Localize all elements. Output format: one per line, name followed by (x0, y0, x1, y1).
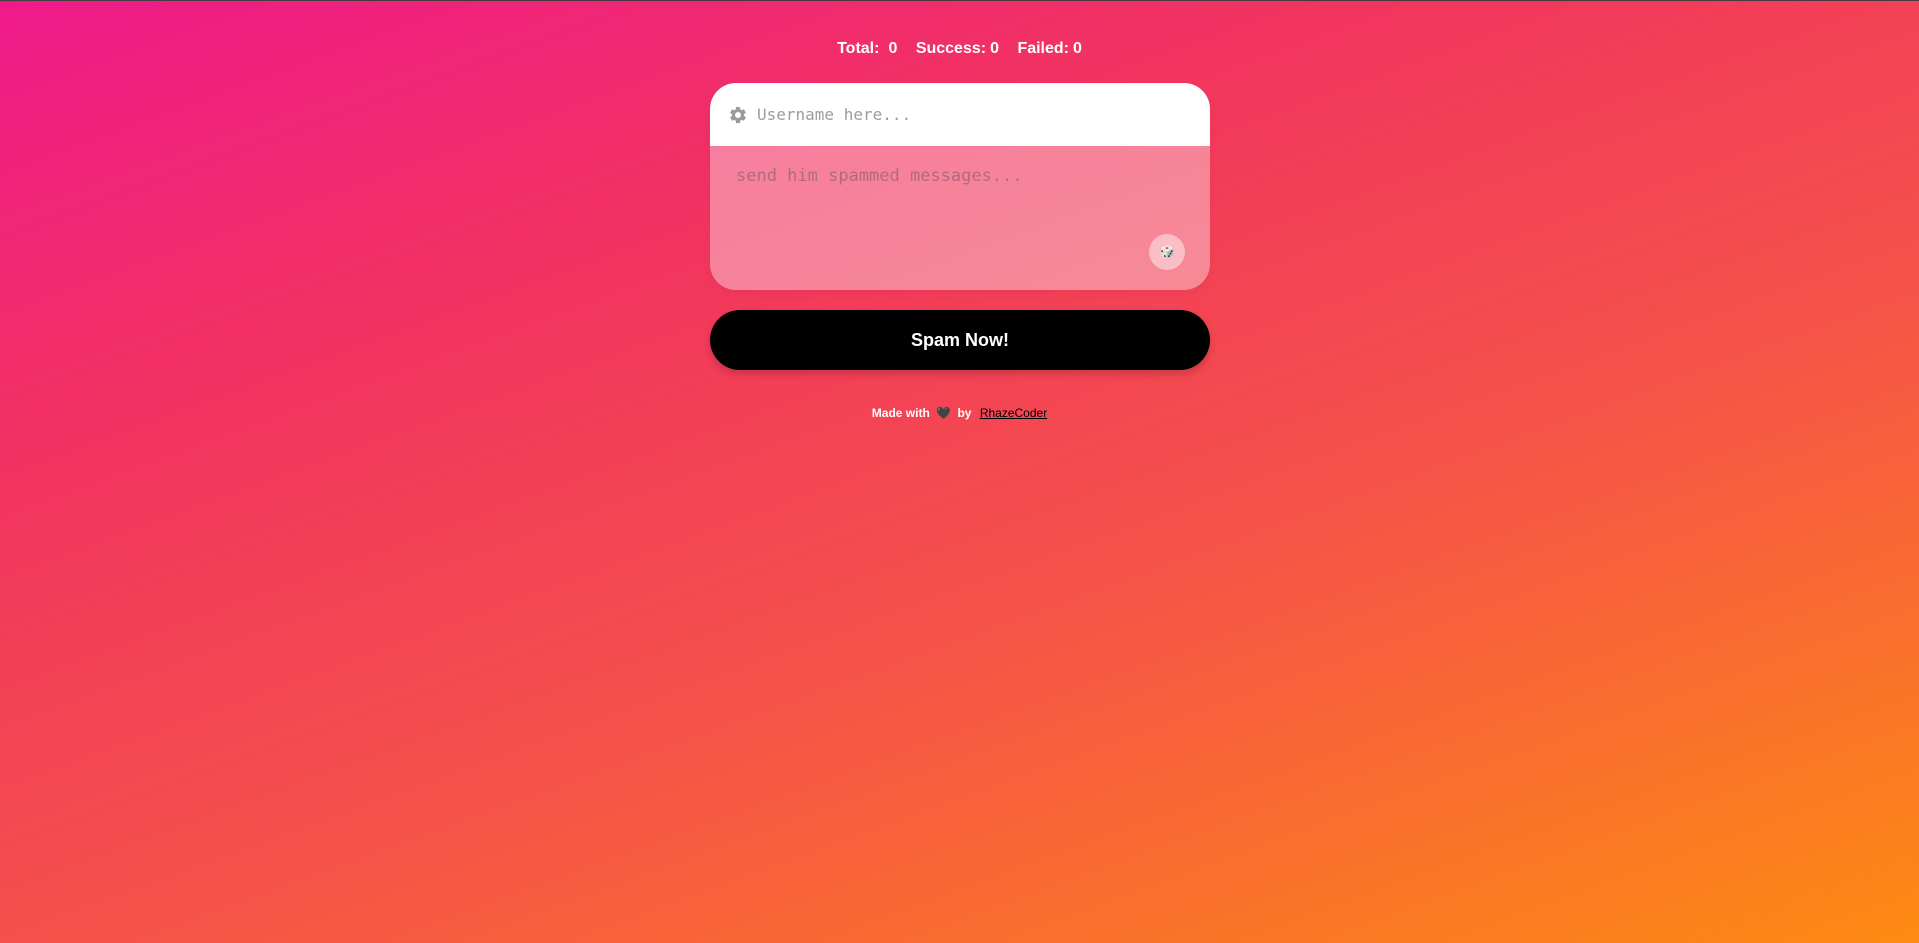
stat-success-label: Success: (915, 40, 987, 57)
gear-icon (728, 105, 748, 125)
stat-total: Total: 0 (837, 40, 897, 57)
spam-form-card: 🎲 (710, 83, 1210, 290)
stat-failed-label: Failed: (1017, 40, 1069, 57)
stat-total-value: 0 (888, 40, 898, 57)
footer-made-with: Made with (871, 406, 930, 420)
footer-by: by (957, 406, 972, 420)
dice-icon: 🎲 (1159, 245, 1175, 259)
stat-success: Success: 0 (916, 40, 999, 57)
random-message-button[interactable]: 🎲 (1149, 234, 1185, 270)
username-input[interactable] (755, 104, 1199, 125)
message-area: 🎲 (710, 146, 1210, 290)
stat-total-label: Total: (837, 40, 880, 57)
author-link[interactable]: RhazeCoder (980, 406, 1047, 420)
stat-failed-value: 0 (1073, 40, 1082, 57)
message-input[interactable] (734, 164, 1178, 238)
spam-now-button[interactable]: Spam Now! (710, 310, 1210, 370)
username-row (710, 83, 1210, 146)
stat-failed: Failed: 0 (1017, 40, 1081, 57)
heart-icon: 🖤 (936, 406, 952, 420)
stats-bar: Total: 0 Success: 0 Failed: 0 (0, 40, 1919, 58)
stat-success-value: 0 (990, 40, 999, 57)
footer-credit: Made with 🖤 by RhazeCoder (0, 406, 1919, 420)
